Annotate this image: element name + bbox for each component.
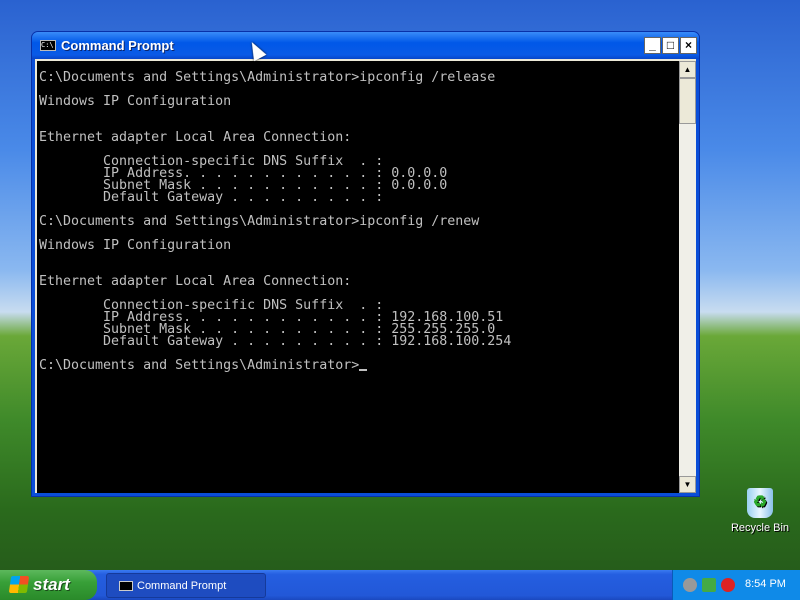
console-line: C:\Documents and Settings\Administrator>… (39, 70, 496, 85)
clock[interactable]: 8:54 PM (745, 578, 786, 590)
console-line: Default Gateway . . . . . . . . . : 192.… (39, 334, 512, 349)
console-line: Windows IP Configuration (39, 94, 232, 109)
taskbar-item-command-prompt[interactable]: Command Prompt (106, 573, 266, 598)
console-line: C:\Documents and Settings\Administrator>… (39, 214, 480, 229)
console-output[interactable]: C:\Documents and Settings\Administrator>… (37, 61, 679, 493)
scroll-down-arrow-icon[interactable]: ▼ (679, 476, 696, 493)
vertical-scrollbar[interactable]: ▲ ▼ (679, 61, 696, 493)
console-line: Windows IP Configuration (39, 238, 232, 253)
scroll-thumb[interactable] (679, 78, 696, 124)
window-title: Command Prompt (61, 38, 174, 53)
close-button[interactable]: × (680, 37, 697, 54)
volume-icon[interactable] (683, 578, 697, 592)
console-line: Default Gateway . . . . . . . . . : (39, 190, 384, 205)
network-icon[interactable] (702, 578, 716, 592)
windows-logo-icon (8, 576, 30, 593)
taskbar: start Command Prompt 8:54 PM (0, 570, 800, 600)
recycle-bin-desktop-icon[interactable]: ♻ Recycle Bin (728, 488, 792, 534)
console-line: Ethernet adapter Local Area Connection: (39, 130, 352, 145)
command-prompt-window: C:\ Command Prompt _ □ × C:\Documents an… (31, 31, 700, 497)
title-bar[interactable]: C:\ Command Prompt _ □ × (32, 32, 699, 59)
scroll-up-arrow-icon[interactable]: ▲ (679, 61, 696, 78)
system-tray: 8:54 PM (672, 570, 800, 600)
security-alert-icon[interactable] (721, 578, 735, 592)
maximize-button[interactable]: □ (662, 37, 679, 54)
recycle-bin-icon: ♻ (747, 488, 773, 518)
task-label: Command Prompt (137, 580, 227, 592)
start-button[interactable]: start (0, 570, 97, 600)
start-label: start (33, 575, 70, 594)
cmd-icon: C:\ (40, 40, 56, 51)
cmd-icon (119, 581, 133, 591)
recycle-bin-label: Recycle Bin (730, 522, 790, 534)
console-line: C:\Documents and Settings\Administrator> (39, 358, 360, 373)
text-cursor (359, 369, 368, 371)
minimize-button[interactable]: _ (644, 37, 661, 54)
console-line: Ethernet adapter Local Area Connection: (39, 274, 352, 289)
